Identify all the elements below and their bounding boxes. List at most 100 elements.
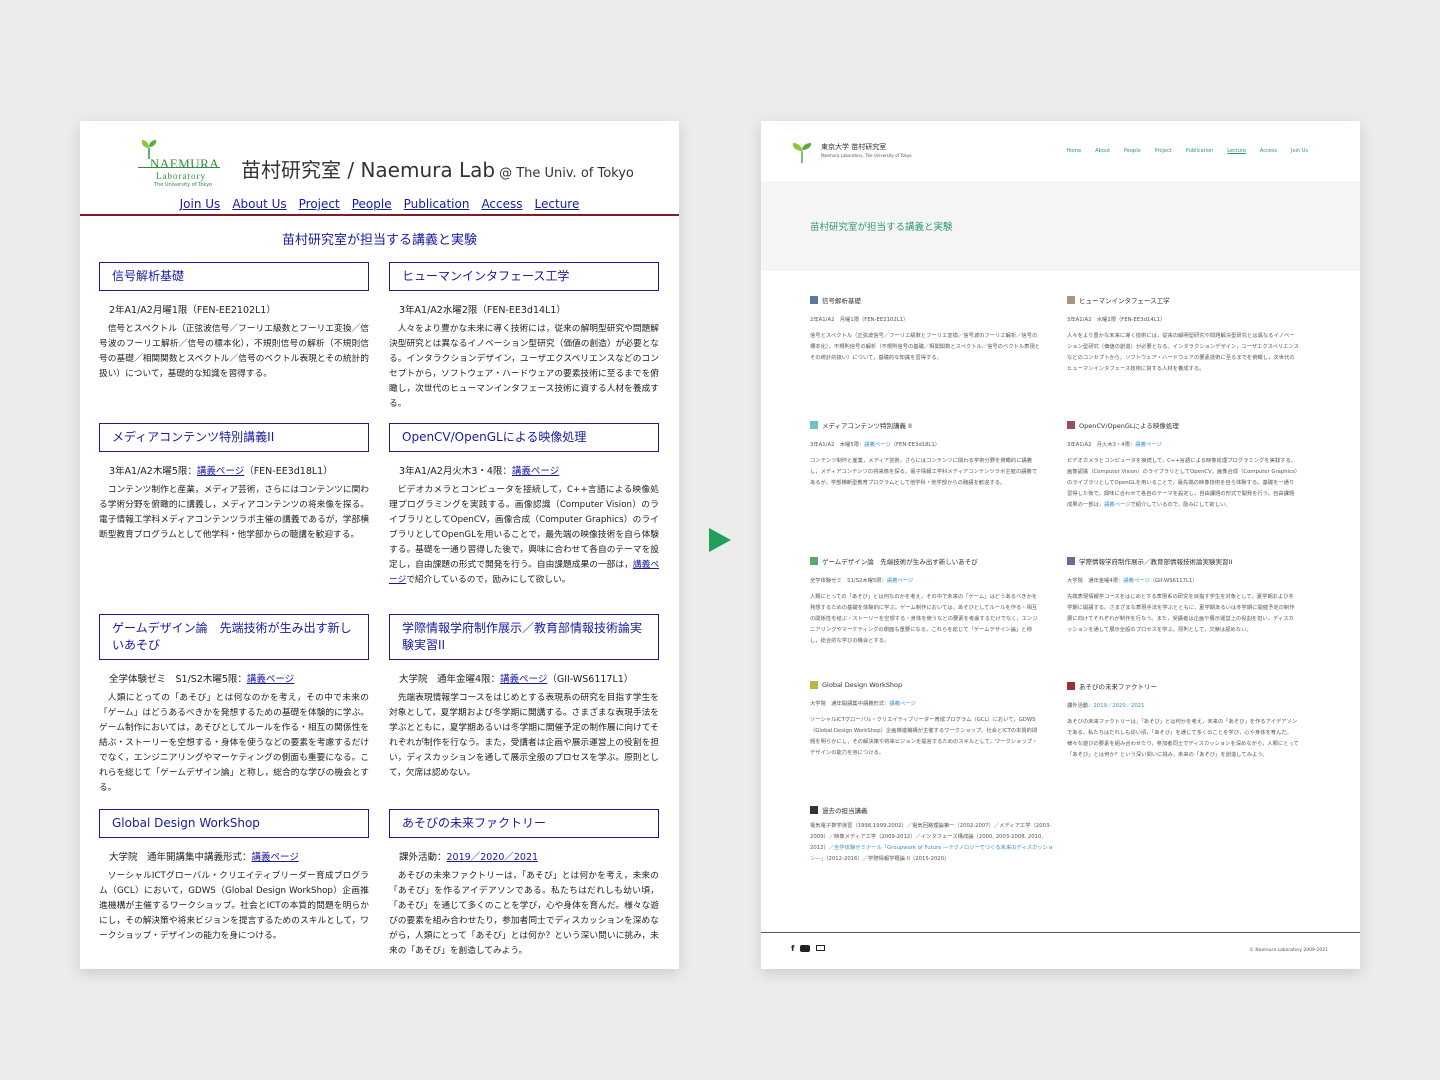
course-description: 先端表現情報学コースをはじめとする表現系の研究を目指す学生を対象として，夏学期お… <box>389 693 659 778</box>
lecture-page-link[interactable]: 講義ページ <box>1104 502 1130 508</box>
lecture-page-link[interactable]: 講義ページ <box>197 466 244 477</box>
past-lectures-title: 過去の担当講義 <box>810 805 1058 815</box>
course-title: 学際情報学府制作展示／教育部情報技術論実験実習II <box>1067 556 1299 566</box>
course-description: あそびの未来ファクトリーは，「あそび」とは何かを考え，未来の「あそび」を作るアイ… <box>1067 719 1299 758</box>
site-title: 苗村研究室 / Naemura Lab @ The Univ. of Tokyo <box>241 154 634 183</box>
nav-link-join-us[interactable]: Join Us <box>180 197 221 211</box>
course-title-text: ヒューマンインタフェース工学 <box>1079 297 1170 305</box>
course-title: ヒューマンインタフェース工学 <box>389 262 659 291</box>
course-block: 学際情報学府制作展示／教育部情報技術論実験実習II 大学院 通年金曜4限：講義ペー… <box>389 614 659 781</box>
nav-link-people[interactable]: People <box>1124 148 1141 154</box>
mail-icon[interactable] <box>816 945 826 951</box>
course-color-square <box>1067 557 1075 565</box>
course-description: コンテンツ制作と産業，メディア芸術，さらにはコンテンツに関わる学術分野を俯瞰的に… <box>99 485 369 540</box>
page-title: 苗村研究室が担当する講義と実験 <box>281 233 477 248</box>
nav-link-lecture[interactable]: Lecture <box>1227 148 1246 154</box>
nav-link-about[interactable]: About <box>1095 148 1110 154</box>
lecture-page-link[interactable]: 講義ページ <box>887 578 913 584</box>
course-title-text: ゲームデザイン論 先端技術が生み出す新しいあそび <box>822 558 978 566</box>
social-links: f <box>791 944 826 953</box>
past-lecture-link[interactable]: 全学体験ゼミナール「Groupwork of Future ―テクノロジーでつく… <box>810 845 1053 862</box>
lecture-page-link[interactable]: 講義ページ <box>247 674 294 685</box>
lecture-page-link[interactable]: 講義ページ <box>889 701 915 707</box>
course-color-square <box>1067 421 1075 429</box>
course-meta: 大学院 通年金曜4限：講義ページ（GII-WS6117L1） <box>399 674 634 685</box>
course-meta: 3年A1/A2水曜2限（FEN-EE3d14L1） <box>399 305 566 316</box>
course-block: ヒューマンインタフェース工学 3年A1/A2 水曜2限（FEN-EE3d14L1）… <box>1067 295 1299 375</box>
course-title: 学際情報学府制作展示／教育部情報技術論実験実習II <box>389 614 659 660</box>
page-title: 苗村研究室が担当する講義と実験 <box>810 222 953 233</box>
lecture-page-link[interactable]: 2019／2020／2021 <box>1094 703 1145 709</box>
course-color-square <box>1067 296 1075 304</box>
youtube-icon[interactable] <box>800 945 811 952</box>
course-color-square <box>810 806 818 814</box>
lecture-page-link[interactable]: 講義ページ <box>512 466 559 477</box>
footer-rule <box>761 932 1360 933</box>
course-title-text: OpenCV/OpenGLによる映像処理 <box>1079 422 1179 430</box>
lecture-page-link[interactable]: 講義ページ <box>1123 578 1149 584</box>
course-title: 信号解析基礎 <box>99 262 369 291</box>
nav-link-access[interactable]: Access <box>481 197 522 211</box>
lecture-page-link[interactable]: 講義ページ <box>500 674 547 685</box>
course-block: 信号解析基礎 2年A1/A2 月曜1限（FEN-EE2102L1） 信号とスペクトル… <box>810 295 1042 364</box>
course-title: OpenCV/OpenGLによる映像処理 <box>389 423 659 452</box>
course-meta: 大学院 通年開講集中講義形式：講義ページ <box>810 701 916 707</box>
lecture-page-link[interactable]: 講義ページ <box>252 852 299 863</box>
course-title: Global Design WorkShop <box>99 809 369 838</box>
lecture-page-link[interactable]: 講義ページ <box>864 442 890 448</box>
lecture-page-link[interactable]: 2019／2020／2021 <box>447 852 539 863</box>
past-lectures: 過去の担当講義電気電子数学演習（1998,1999,2002）／電気回路理論第一… <box>810 805 1058 865</box>
nav-link-about-us[interactable]: About Us <box>232 197 286 211</box>
course-block: ゲームデザイン論 先端技術が生み出す新しいあそび 全学体験ゼミ S1/S2木曜5限… <box>810 556 1042 647</box>
course-meta: 3年A1/A2木曜5限：講義ページ（FEN-EE3d18L1） <box>109 466 333 477</box>
course-title: あそびの未来ファクトリー <box>1067 681 1299 691</box>
course-meta: 2年A1/A2 月曜1限（FEN-EE2102L1） <box>810 317 909 323</box>
course-color-square <box>1067 682 1075 690</box>
site-title-at: @ The Univ. of Tokyo <box>499 166 634 181</box>
course-block: あそびの未来ファクトリー 課外活動：2019／2020／2021 あそびの未来ファク… <box>389 809 659 959</box>
new-header: 東京大学 苗村研究室 Naemura Laboratory, The Unive… <box>761 121 1360 181</box>
course-description: 信号とスペクトル（正弦波信号／フーリエ級数とフーリエ変換／信号波のフーリエ解析／… <box>99 324 369 379</box>
course-description: 先端表現情報学コースをはじめとする表現系の研究を目指す学生を対象として，夏学期お… <box>1067 594 1295 633</box>
past-lectures-list: 電気電子数学演習（1998,1999,2002）／電気回路理論第一（2002-2… <box>810 823 1054 862</box>
nav-link-access[interactable]: Access <box>1260 148 1277 154</box>
logo-subtitle: Naemura Laboratory, The University of To… <box>821 153 912 158</box>
course-title: メディアコンテンツ特別講義II <box>99 423 369 452</box>
course-block: 信号解析基礎 2年A1/A2月曜1限（FEN-EE2102L1） 信号とスペクトル（… <box>99 262 369 382</box>
facebook-icon[interactable]: f <box>791 944 794 953</box>
logo-name: NAEMURA <box>150 156 220 171</box>
course-description: 人々をより豊かな未来に導く技術には，従来の解明型研究や問題解決型研究とは異なるイ… <box>1067 333 1299 372</box>
course-title: 信号解析基礎 <box>810 295 1042 305</box>
nav-link-publication[interactable]: Publication <box>404 197 470 211</box>
nav-link-publication[interactable]: Publication <box>1186 148 1213 154</box>
course-block: メディアコンテンツ特別講義 II 3年A1/A2 木曜5限：講義ページ（FEN-E… <box>810 420 1042 489</box>
logo-sub: Laboratory <box>156 171 206 181</box>
course-description: 信号とスペクトル（正弦波信号／フーリエ級数とフーリエ変換／信号波のフーリエ解析／… <box>810 333 1041 361</box>
course-color-square <box>810 557 818 565</box>
course-meta: 課外活動：2019／2020／2021 <box>399 852 539 863</box>
course-color-square <box>810 421 818 429</box>
course-block: ゲームデザイン論 先端技術が生み出す新しいあそび 全学体験ゼミ S1/S2木曜5限… <box>99 614 369 796</box>
nav-link-people[interactable]: People <box>352 197 392 211</box>
old-nav: Join Us About Us Project People Publication A… <box>80 197 679 211</box>
course-block: OpenCV/OpenGLによる映像処理 3年A1/A2月火木3・4限：講義ページ… <box>389 423 659 588</box>
nav-link-lecture[interactable]: Lecture <box>535 197 580 211</box>
new-nav: Home About People Project Publication Lecture… <box>1052 148 1308 154</box>
copyright: © Naemura Laboratory 2009-2021 <box>1249 948 1328 953</box>
course-description: ビデオカメラとコンピュータを接続して，C++言語による映像処理プログラミングを実… <box>389 485 660 585</box>
lecture-page-link[interactable]: 講義ページ <box>1135 442 1161 448</box>
course-block: ヒューマンインタフェース工学 3年A1/A2水曜2限（FEN-EE3d14L1） 人… <box>389 262 659 412</box>
course-title: ヒューマンインタフェース工学 <box>1067 295 1299 305</box>
nav-link-home[interactable]: Home <box>1066 148 1081 154</box>
nav-link-project[interactable]: Project <box>1155 148 1172 154</box>
course-description: コンテンツ制作と産業，メディア芸術，さらにはコンテンツに関わる学術分野を俯瞰的に… <box>810 458 1038 486</box>
lecture-page-link[interactable]: 講義ページ <box>389 560 659 585</box>
nav-link-join-us[interactable]: Join Us <box>1291 148 1308 154</box>
course-meta: 3年A1/A2 月火木3・4限：講義ページ <box>1067 442 1162 448</box>
course-meta: 大学院 通年金曜4限：講義ページ（GII-WS6117L1） <box>1067 578 1198 584</box>
course-meta: 3年A1/A2 木曜5限：講義ページ（FEN-EE3d18L1） <box>810 442 941 448</box>
course-title: OpenCV/OpenGLによる映像処理 <box>1067 420 1299 430</box>
course-description: あそびの未来ファクトリーは，「あそび」とは何かを考え，未来の「あそび」を作るアイ… <box>389 871 659 956</box>
course-block: あそびの未来ファクトリー 課外活動：2019／2020／2021 あそびの未来ファク… <box>1067 681 1299 761</box>
nav-link-project[interactable]: Project <box>299 197 340 211</box>
